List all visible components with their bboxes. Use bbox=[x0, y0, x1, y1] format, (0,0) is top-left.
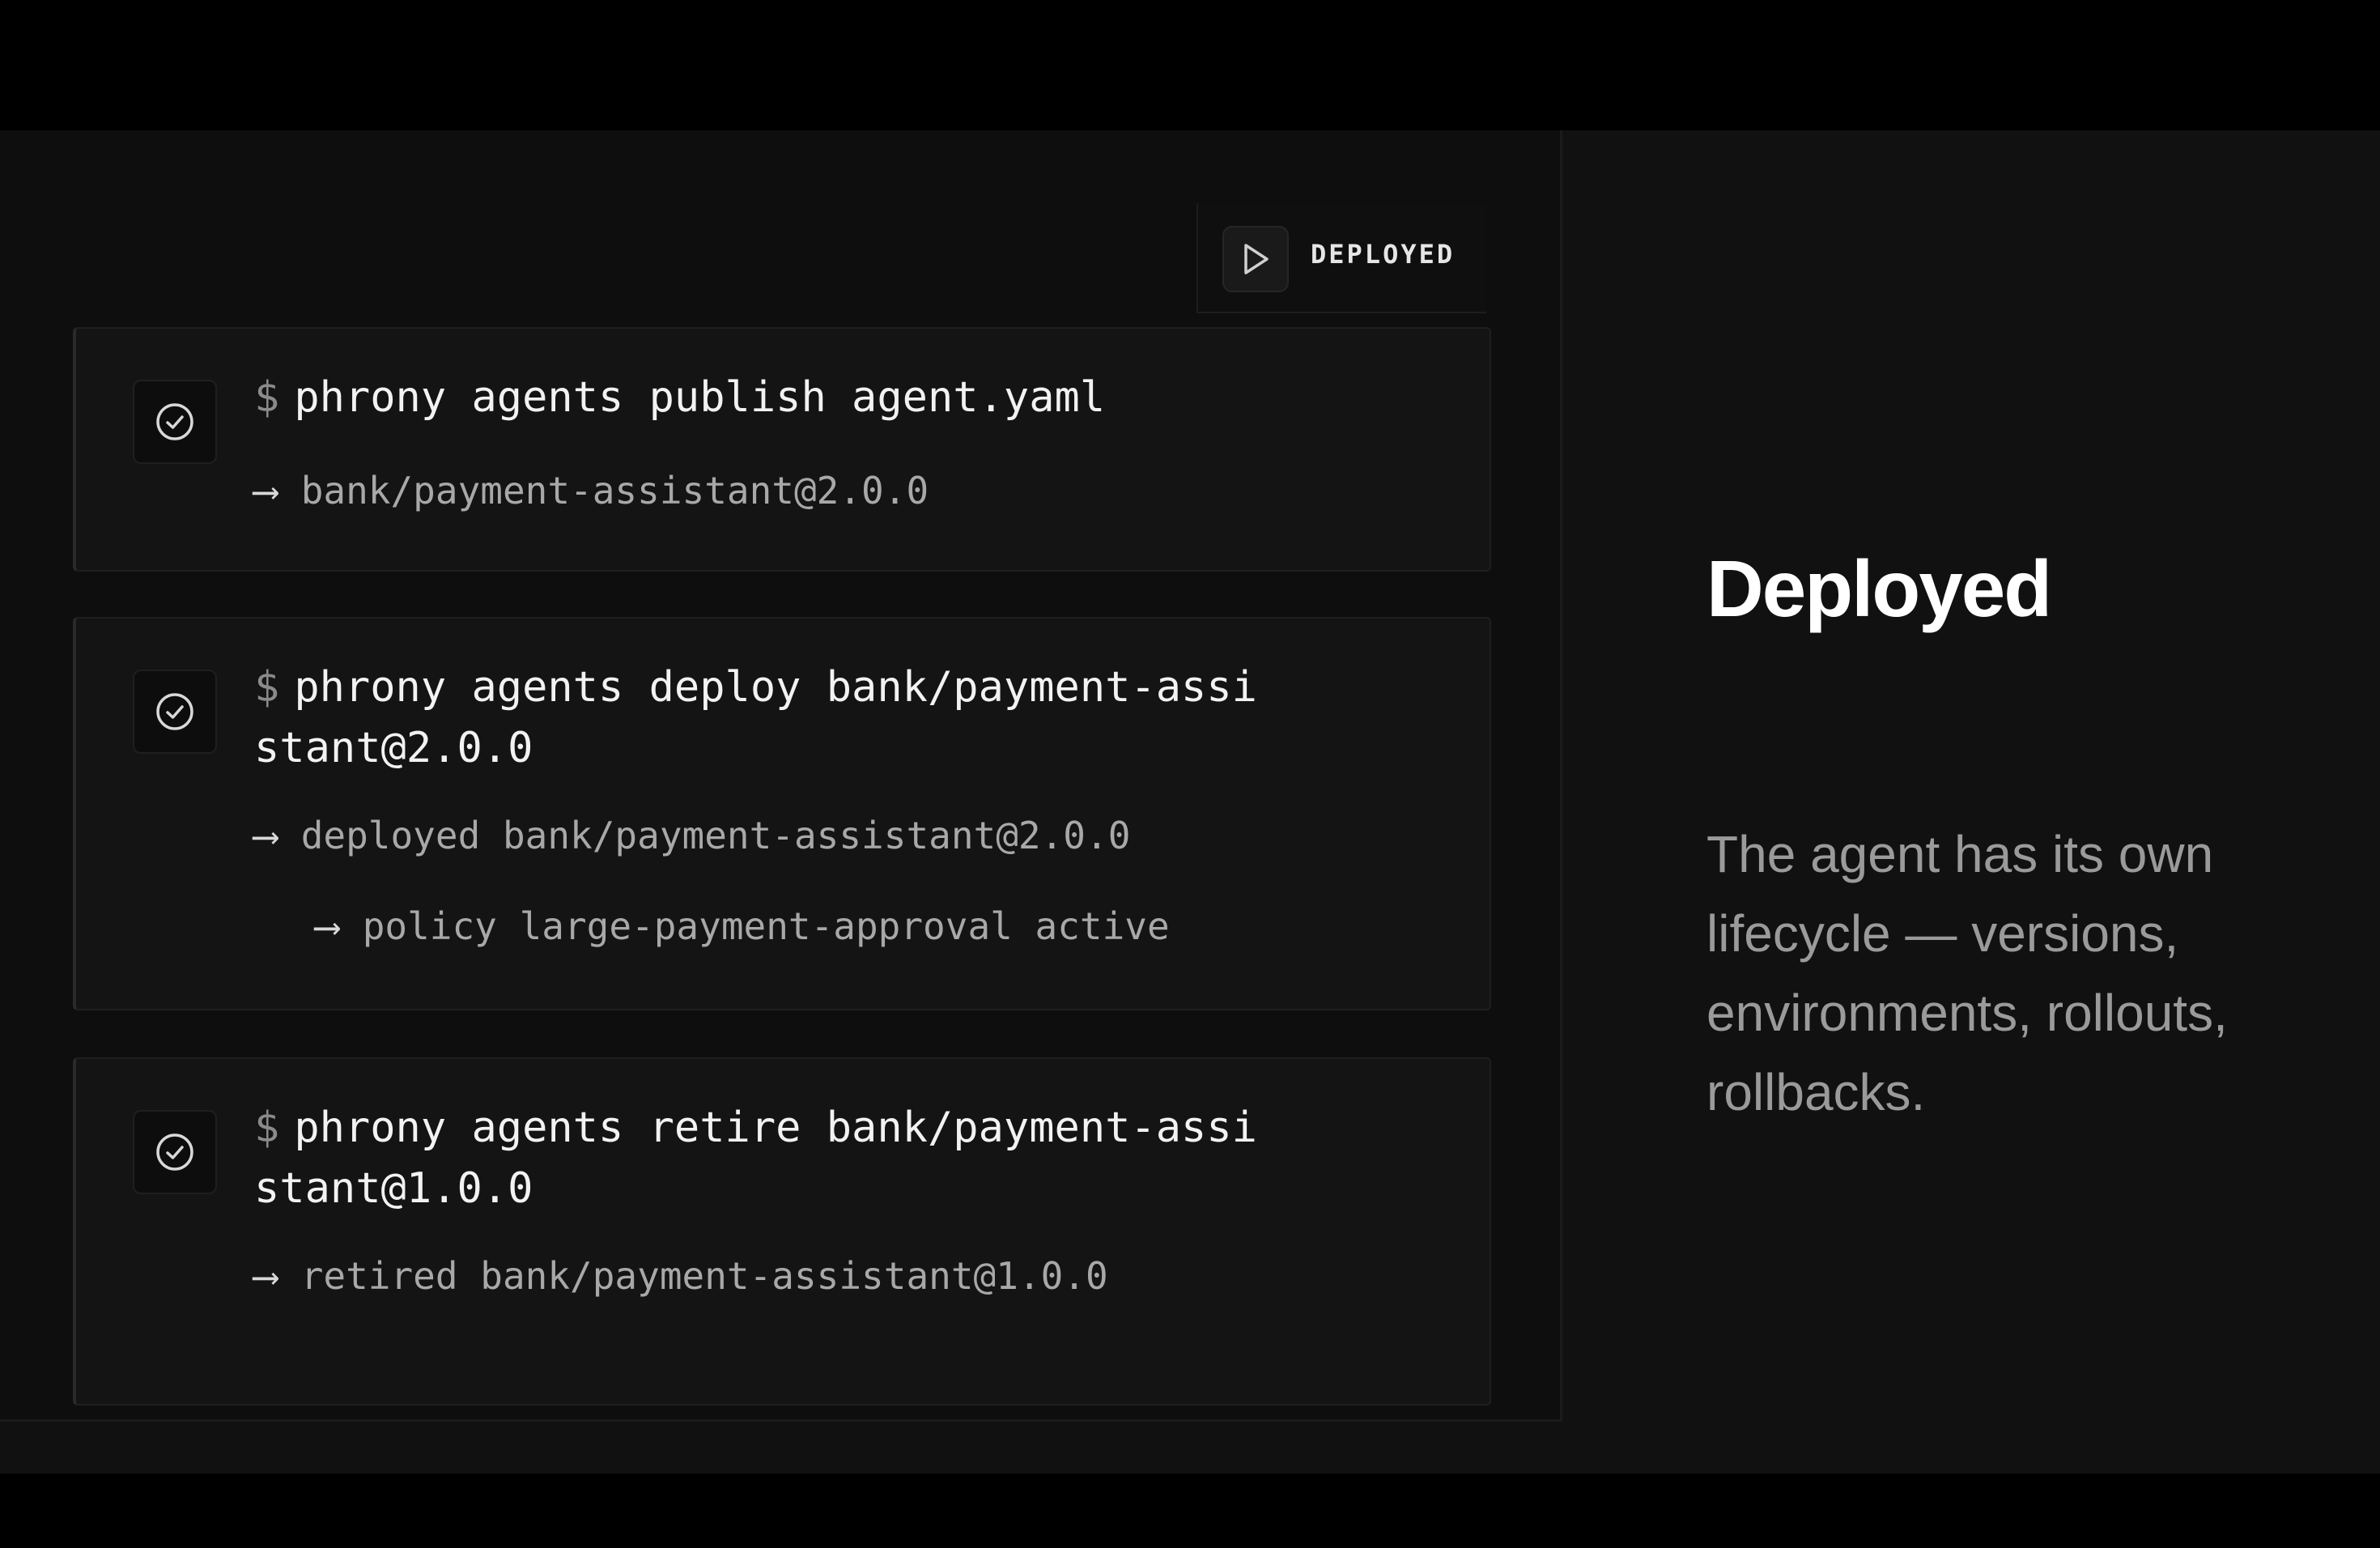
output-line: ⟶ bank/payment-assistant@2.0.0 bbox=[254, 466, 929, 515]
prompt-symbol: $ bbox=[254, 663, 280, 712]
output-text: bank/payment-assistant@2.0.0 bbox=[300, 469, 929, 512]
check-circle-icon bbox=[133, 670, 217, 754]
check-circle-icon bbox=[133, 380, 217, 464]
command-text: phrony agents retire bank/payment-assist… bbox=[254, 1104, 1257, 1213]
arrow-icon: ⟶ bbox=[254, 1254, 277, 1298]
arrow-icon: ⟶ bbox=[316, 904, 338, 948]
command-text: phrony agents deploy bank/payment-assist… bbox=[254, 663, 1257, 772]
status-badge: DEPLOYED bbox=[1196, 203, 1486, 313]
status-label: DEPLOYED bbox=[1311, 239, 1456, 270]
check-circle-icon bbox=[133, 1110, 217, 1194]
play-icon bbox=[1222, 226, 1289, 292]
section-description: The agent has its own lifecycle — versio… bbox=[1706, 825, 2228, 1121]
section-title: Deployed bbox=[1706, 544, 2052, 633]
prompt-symbol: $ bbox=[254, 373, 280, 422]
output-line: ⟶ retired bank/payment-assistant@1.0.0 bbox=[254, 1252, 1108, 1300]
command-card: $ phrony agents publish agent.yaml ⟶ bank/… bbox=[73, 327, 1491, 572]
command-card: $ phrony agents deploy bank/payment-assis… bbox=[73, 617, 1491, 1010]
command-line: $ phrony agents deploy bank/payment-assis… bbox=[254, 657, 1266, 779]
prompt-symbol: $ bbox=[254, 1104, 280, 1152]
command-line: $ phrony agents retire bank/payment-assis… bbox=[254, 1098, 1266, 1219]
command-line: $ phrony agents publish agent.yaml bbox=[254, 368, 1266, 428]
arrow-icon: ⟶ bbox=[254, 469, 277, 512]
output-text: deployed bank/payment-assistant@2.0.0 bbox=[300, 814, 1131, 857]
slide-stage: DEPLOYED $ phrony agents publish agent.ya… bbox=[0, 130, 2380, 1474]
output-line: ⟶ deployed bank/payment-assistant@2.0.0 bbox=[254, 811, 1130, 860]
command-card: $ phrony agents retire bank/payment-assis… bbox=[73, 1057, 1491, 1406]
command-text: phrony agents publish agent.yaml bbox=[294, 373, 1106, 422]
output-line: ⟶ policy large-payment-approval active bbox=[316, 902, 1170, 950]
arrow-icon: ⟶ bbox=[254, 814, 277, 857]
output-text: policy large-payment-approval active bbox=[362, 904, 1170, 948]
terminal-panel: DEPLOYED $ phrony agents publish agent.ya… bbox=[0, 130, 1562, 1422]
output-text: retired bank/payment-assistant@1.0.0 bbox=[300, 1254, 1108, 1298]
